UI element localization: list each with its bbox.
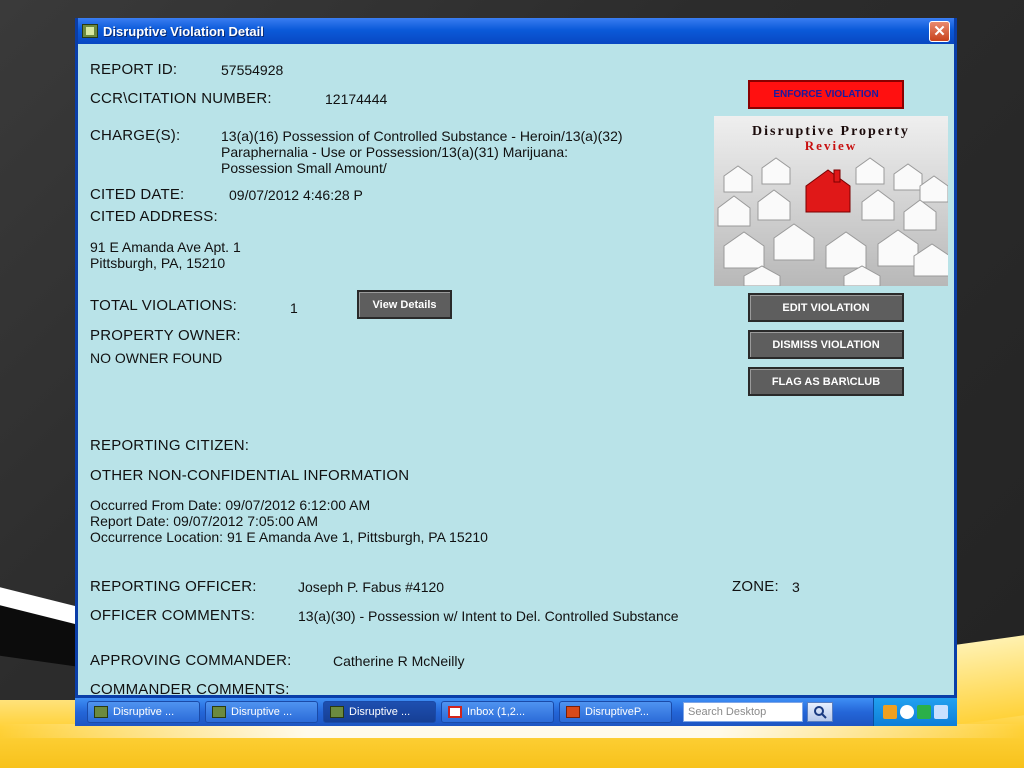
- system-tray: [873, 698, 957, 726]
- zone-label: ZONE:: [732, 578, 779, 595]
- taskbar-item-inbox[interactable]: Inbox (1,2...: [441, 701, 554, 723]
- taskbar-item-label: Disruptive ...: [349, 706, 411, 718]
- close-button[interactable]: ✕: [929, 20, 950, 42]
- search-icon: [814, 706, 827, 719]
- search-button[interactable]: [807, 702, 833, 722]
- window-titlebar[interactable]: Disruptive Violation Detail ✕: [78, 18, 954, 44]
- detail-content: REPORT ID: 57554928 CCR\CITATION NUMBER:…: [78, 44, 954, 695]
- charges-line-3: Possession Small Amount/: [221, 160, 387, 176]
- report-date-text: Report Date: 09/07/2012 7:05:00 AM: [90, 513, 319, 529]
- slide-decoration-yellow-corner: [950, 634, 1024, 726]
- dismiss-violation-button[interactable]: DISMISS VIOLATION: [748, 330, 904, 359]
- charges-label: CHARGE(S):: [90, 127, 181, 144]
- reporting-officer-value: Joseph P. Fabus #4120: [298, 579, 445, 595]
- app-icon: [82, 24, 98, 38]
- reporting-citizen-label: REPORTING CITIZEN:: [90, 437, 250, 454]
- reporting-officer-label: REPORTING OFFICER:: [90, 578, 257, 595]
- property-owner-value: NO OWNER FOUND: [90, 350, 223, 366]
- taskbar-item-label: Disruptive ...: [231, 706, 293, 718]
- window-title: Disruptive Violation Detail: [103, 23, 264, 39]
- view-details-button[interactable]: View Details: [357, 290, 452, 319]
- property-owner-label: PROPERTY OWNER:: [90, 327, 241, 344]
- cited-date-value: 09/07/2012 4:46:28 P: [229, 187, 363, 203]
- taskbar-item-label: Disruptive ...: [113, 706, 175, 718]
- taskbar: Disruptive ... Disruptive ... Disruptive…: [75, 698, 957, 726]
- enforce-violation-button[interactable]: ENFORCE VIOLATION: [748, 80, 904, 109]
- slide-decoration-white-curve: [0, 724, 1024, 738]
- taskbar-item-label: DisruptiveP...: [585, 706, 649, 718]
- gmail-icon: [448, 706, 462, 718]
- tray-search-icon[interactable]: [900, 705, 914, 719]
- violation-detail-window: Disruptive Violation Detail ✕ REPORT ID:…: [75, 18, 957, 698]
- taskbar-item-label: Inbox (1,2...: [467, 706, 526, 718]
- cited-address-label: CITED ADDRESS:: [90, 208, 218, 225]
- occurred-from-text: Occurred From Date: 09/07/2012 6:12:00 A…: [90, 497, 371, 513]
- app-icon: [212, 706, 226, 718]
- other-info-label: OTHER NON-CONFIDENTIAL INFORMATION: [90, 467, 410, 484]
- total-violations-label: TOTAL VIOLATIONS:: [90, 297, 238, 314]
- cited-date-label: CITED DATE:: [90, 186, 185, 203]
- occurrence-location-text: Occurrence Location: 91 E Amanda Ave 1, …: [90, 529, 488, 545]
- desktop-search-input[interactable]: Search Desktop: [683, 702, 803, 722]
- approving-commander-label: APPROVING COMMANDER:: [90, 652, 292, 669]
- disruptive-property-image: Disruptive Property Review: [714, 116, 948, 286]
- taskbar-item-disruptive-1[interactable]: Disruptive ...: [87, 701, 200, 723]
- tray-app-icon[interactable]: [883, 705, 897, 719]
- commander-comments-label: COMMANDER COMMENTS:: [90, 681, 290, 698]
- officer-comments-value: 13(a)(30) - Possession w/ Intent to Del.…: [298, 608, 679, 624]
- charges-line-2: Paraphernalia - Use or Possession/13(a)(…: [221, 144, 569, 160]
- approving-commander-value: Catherine R McNeilly: [333, 653, 465, 669]
- ccr-value: 12174444: [325, 91, 388, 107]
- app-icon: [330, 706, 344, 718]
- tray-volume-icon[interactable]: [934, 705, 948, 719]
- ccr-label: CCR\CITATION NUMBER:: [90, 90, 272, 107]
- taskbar-item-powerpoint[interactable]: DisruptiveP...: [559, 701, 672, 723]
- taskbar-item-disruptive-2[interactable]: Disruptive ...: [205, 701, 318, 723]
- zone-value: 3: [792, 579, 800, 595]
- taskbar-item-disruptive-3[interactable]: Disruptive ...: [323, 701, 436, 723]
- officer-comments-label: OFFICER COMMENTS:: [90, 607, 256, 624]
- report-id-value: 57554928: [221, 62, 284, 78]
- charges-line-1: 13(a)(16) Possession of Controlled Subst…: [221, 128, 623, 144]
- flag-bar-club-button[interactable]: FLAG AS BAR\CLUB: [748, 367, 904, 396]
- total-violations-value: 1: [290, 300, 298, 316]
- image-title-line-2: Review: [804, 138, 858, 153]
- edit-violation-button[interactable]: EDIT VIOLATION: [748, 293, 904, 322]
- tray-network-icon[interactable]: [917, 705, 931, 719]
- report-id-label: REPORT ID:: [90, 61, 178, 78]
- address-line-2: Pittsburgh, PA, 15210: [90, 255, 226, 271]
- app-icon: [94, 706, 108, 718]
- address-line-1: 91 E Amanda Ave Apt. 1: [90, 239, 241, 255]
- powerpoint-icon: [566, 706, 580, 718]
